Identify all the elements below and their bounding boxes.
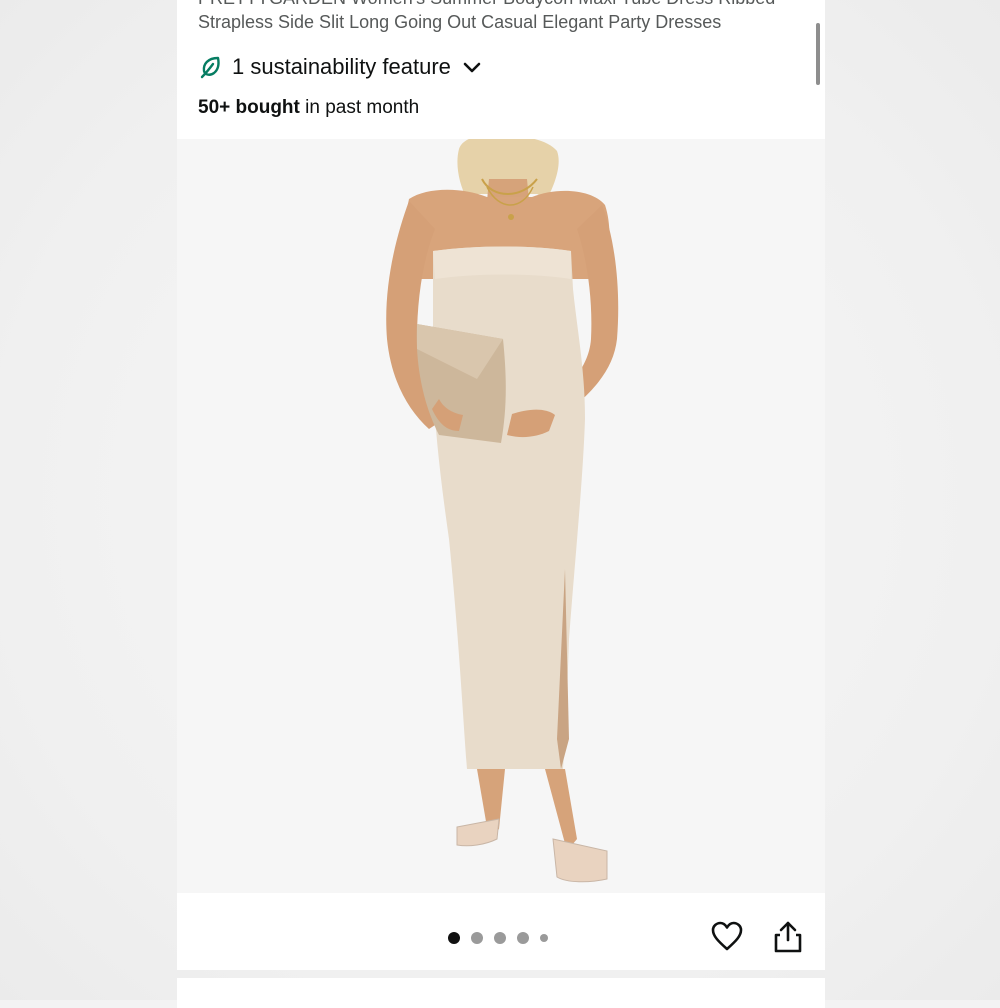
next-section-card [177, 978, 825, 1008]
sustainability-label: 1 sustainability feature [232, 54, 451, 79]
product-card: PRETTYGARDEN Women's Summer Bodycon Maxi… [177, 0, 825, 970]
product-title-line-2: Strapless Side Slit Long Going Out Casua… [198, 12, 722, 32]
scrollbar-thumb[interactable] [816, 23, 820, 85]
bought-count: 50+ bought [198, 97, 300, 118]
carousel-indicators [448, 931, 548, 945]
chevron-down-icon [463, 62, 481, 73]
product-photo-dress [177, 139, 825, 893]
carousel-dot[interactable] [494, 932, 506, 944]
carousel-dot-active[interactable] [448, 932, 460, 944]
carousel-dot[interactable] [471, 932, 483, 944]
bought-suffix: in past month [305, 97, 420, 118]
sustainability-toggle[interactable]: 1 sustainability feature [198, 53, 483, 81]
product-image[interactable] [177, 139, 825, 893]
heart-icon[interactable] [710, 920, 744, 954]
product-title-line-1: PRETTYGARDEN Women's Summer Bodycon Maxi… [198, 0, 808, 10]
carousel-dot[interactable] [517, 932, 529, 944]
share-icon[interactable] [773, 920, 803, 954]
product-title[interactable]: PRETTYGARDEN Women's Summer Bodycon Maxi… [198, 0, 808, 34]
carousel-dot[interactable] [540, 934, 548, 942]
leaf-icon [200, 56, 220, 79]
purchase-count: 50+ bought in past month [198, 97, 419, 119]
